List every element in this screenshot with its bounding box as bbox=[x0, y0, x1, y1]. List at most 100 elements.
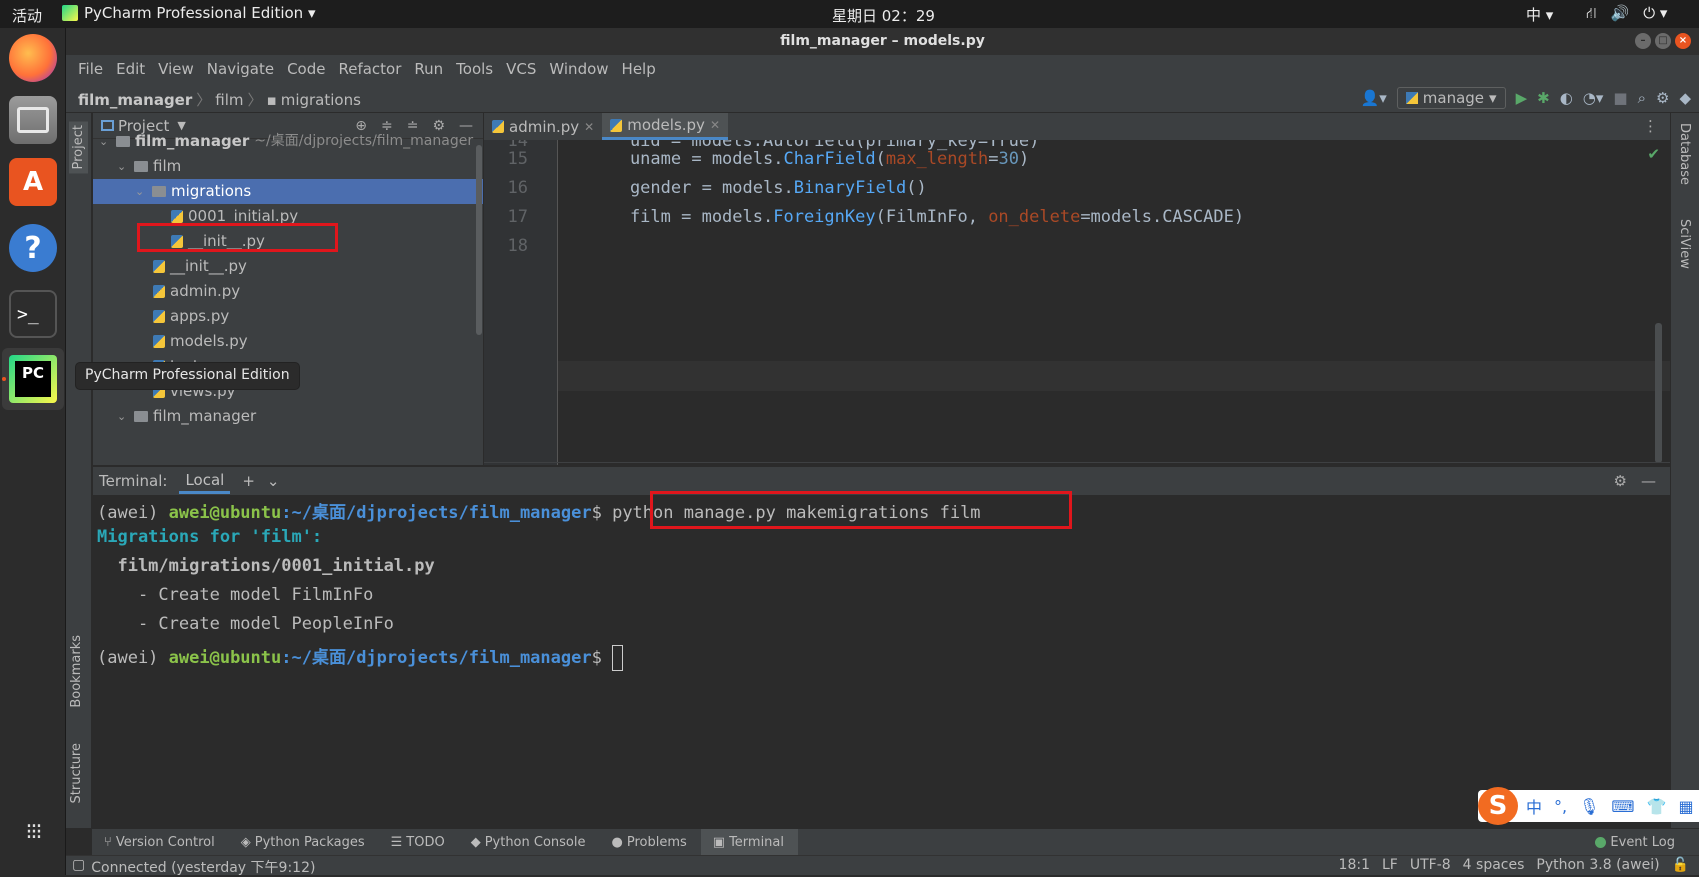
code-with-me-icon[interactable]: ◆ bbox=[1679, 89, 1691, 107]
menu-view[interactable]: View bbox=[152, 55, 201, 83]
ime-toolbar[interactable]: S 中 °, 🎙 ⌨ 👕 ▦ bbox=[1478, 787, 1699, 825]
run-configuration-select[interactable]: manage ▾ bbox=[1396, 87, 1506, 109]
menu-run[interactable]: Run bbox=[408, 55, 450, 83]
menu-navigate[interactable]: Navigate bbox=[201, 55, 281, 83]
run-icon[interactable]: ▶ bbox=[1516, 89, 1528, 107]
show-applications-icon[interactable]: ⁝⁝⁝ bbox=[9, 808, 57, 856]
menu-edit[interactable]: Edit bbox=[110, 55, 152, 83]
profile-icon[interactable]: ◔▾ bbox=[1583, 89, 1604, 107]
maximize-button[interactable]: □ bbox=[1655, 33, 1671, 49]
terminal-app-icon[interactable]: >_ bbox=[9, 290, 57, 338]
menu-help[interactable]: Help bbox=[616, 55, 663, 83]
settings-icon[interactable]: ⚙ bbox=[1656, 89, 1669, 107]
tab-models-py[interactable]: models.py ✕ bbox=[602, 113, 728, 140]
shirt-icon[interactable]: 👕 bbox=[1647, 797, 1667, 816]
breadcrumb-film[interactable]: film bbox=[215, 91, 243, 109]
firefox-icon[interactable] bbox=[9, 34, 57, 82]
python-interpreter[interactable]: Python 3.8 (awei) bbox=[1536, 857, 1659, 873]
menu-tools[interactable]: Tools bbox=[450, 55, 500, 83]
sciview-tool-tab[interactable]: SciView bbox=[1677, 219, 1692, 269]
tree-item-models[interactable]: models.py bbox=[153, 329, 248, 354]
activities-button[interactable]: 活动 bbox=[12, 5, 42, 26]
app-menu[interactable]: PyCharm Professional Edition ▾ bbox=[62, 4, 316, 22]
code-line-18[interactable] bbox=[589, 236, 1489, 260]
project-scrollbar[interactable] bbox=[476, 145, 482, 335]
minimize-button[interactable]: – bbox=[1635, 33, 1651, 49]
code-line-17[interactable]: film = models.ForeignKey(FilmInFo, on_de… bbox=[589, 207, 1244, 227]
files-icon[interactable] bbox=[9, 96, 57, 144]
close-tab-icon[interactable]: ✕ bbox=[584, 120, 594, 134]
tree-item-init-film[interactable]: __init__.py bbox=[153, 254, 247, 279]
chevron-down-icon[interactable]: ⌄ bbox=[117, 404, 129, 429]
sogou-logo-icon[interactable]: S bbox=[1478, 787, 1518, 825]
terminal-output[interactable]: (awei) awei@ubuntu:~/桌面/djprojects/film_… bbox=[93, 495, 1670, 828]
network-icon[interactable]: ⛙ bbox=[1586, 4, 1597, 24]
close-button[interactable]: × bbox=[1675, 33, 1691, 49]
tree-item-apps[interactable]: apps.py bbox=[153, 304, 229, 329]
caret-position[interactable]: 18:1 bbox=[1339, 857, 1370, 873]
todo-button[interactable]: ☰ TODO bbox=[379, 829, 459, 856]
terminal-tab-local[interactable]: Local bbox=[179, 469, 231, 494]
more-tabs-icon[interactable]: ⋮ bbox=[1631, 113, 1670, 140]
chevron-down-icon[interactable]: ⌄ bbox=[117, 154, 129, 179]
indent-setting[interactable]: 4 spaces bbox=[1463, 857, 1525, 873]
gear-icon[interactable]: ⚙ bbox=[1614, 472, 1627, 490]
new-terminal-icon[interactable]: + bbox=[242, 472, 255, 490]
database-tool-tab[interactable]: Database bbox=[1677, 123, 1692, 185]
help-icon[interactable]: ? bbox=[9, 224, 57, 272]
tree-item-film[interactable]: ⌄ film bbox=[117, 154, 181, 179]
stop-icon[interactable]: ■ bbox=[1613, 89, 1627, 107]
tree-item-film-manager-root[interactable]: ⌄ film_manager ~/桌面/djprojects/film_mana… bbox=[99, 129, 473, 154]
breadcrumb-project[interactable]: film_manager bbox=[78, 91, 192, 109]
ime-punctuation-toggle[interactable]: °, bbox=[1554, 797, 1567, 816]
terminal-button[interactable]: ▣ Terminal bbox=[700, 828, 799, 856]
tree-item-film-manager-pkg[interactable]: ⌄ film_manager bbox=[117, 404, 256, 429]
problems-button[interactable]: ● Problems bbox=[600, 829, 701, 856]
tab-admin-py[interactable]: admin.py ✕ bbox=[484, 113, 602, 140]
tree-item-admin[interactable]: admin.py bbox=[153, 279, 240, 304]
input-method-indicator[interactable]: 中 ▾ bbox=[1526, 4, 1553, 25]
project-tool-tab[interactable]: Project bbox=[69, 121, 88, 174]
hide-icon[interactable]: — bbox=[1641, 472, 1656, 490]
clock[interactable]: 星期日 02：29 bbox=[832, 5, 935, 26]
bookmarks-tool-tab[interactable]: Bookmarks bbox=[69, 635, 84, 708]
mic-icon[interactable]: 🎙 bbox=[1579, 797, 1599, 816]
volume-icon[interactable]: 🔊 bbox=[1611, 4, 1630, 24]
menu-file[interactable]: File bbox=[72, 55, 110, 83]
chevron-down-icon[interactable]: ⌄ bbox=[267, 472, 280, 490]
close-tab-icon[interactable]: ✕ bbox=[710, 118, 720, 132]
debug-icon[interactable]: ✱ bbox=[1537, 89, 1550, 107]
chevron-down-icon[interactable]: ⌄ bbox=[99, 129, 111, 154]
code-line-16[interactable]: gender = models.BinaryField() bbox=[589, 178, 927, 198]
code-line-15[interactable]: uname = models.CharField(max_length=30) bbox=[589, 149, 1029, 169]
coverage-icon[interactable]: ◐ bbox=[1560, 89, 1573, 107]
menu-refactor[interactable]: Refactor bbox=[332, 55, 408, 83]
menu-window[interactable]: Window bbox=[543, 55, 615, 83]
python-console-button[interactable]: ◆ Python Console bbox=[459, 829, 600, 856]
window-title-bar[interactable]: film_manager – models.py – □ × bbox=[66, 28, 1699, 55]
status-icon[interactable]: ▢ bbox=[72, 857, 85, 877]
tree-item-migrations[interactable]: ⌄ migrations bbox=[135, 179, 251, 204]
software-store-icon[interactable]: A bbox=[9, 158, 57, 206]
line-separator[interactable]: LF bbox=[1382, 857, 1398, 873]
inspection-ok-icon[interactable]: ✔ bbox=[1647, 145, 1660, 163]
version-control-button[interactable]: ⑂ Version Control bbox=[92, 829, 229, 856]
menu-code[interactable]: Code bbox=[281, 55, 332, 83]
grid-icon[interactable]: ▦ bbox=[1678, 797, 1693, 816]
event-log-button[interactable]: Event Log bbox=[1595, 835, 1699, 850]
pycharm-icon[interactable]: PC bbox=[9, 355, 57, 403]
user-icon[interactable]: 👤▾ bbox=[1361, 89, 1387, 107]
menu-vcs[interactable]: VCS bbox=[500, 55, 543, 83]
system-tray[interactable]: ⛙ 🔊 ⏻ ▾ bbox=[1586, 4, 1667, 24]
search-icon[interactable]: ⌕ bbox=[1638, 89, 1646, 107]
file-encoding[interactable]: UTF-8 bbox=[1410, 857, 1451, 873]
lock-icon[interactable]: 🔓 bbox=[1672, 857, 1689, 873]
editor-scrollbar[interactable] bbox=[1655, 323, 1662, 463]
chevron-down-icon[interactable]: ⌄ bbox=[135, 179, 147, 204]
ime-mode-toggle[interactable]: 中 bbox=[1526, 794, 1542, 818]
breadcrumb-migrations[interactable]: migrations bbox=[281, 91, 361, 109]
keyboard-icon[interactable]: ⌨ bbox=[1611, 797, 1634, 816]
structure-tool-tab[interactable]: Structure bbox=[69, 743, 84, 803]
power-icon[interactable]: ⏻ ▾ bbox=[1643, 4, 1667, 24]
python-packages-button[interactable]: ◈ Python Packages bbox=[229, 829, 379, 856]
